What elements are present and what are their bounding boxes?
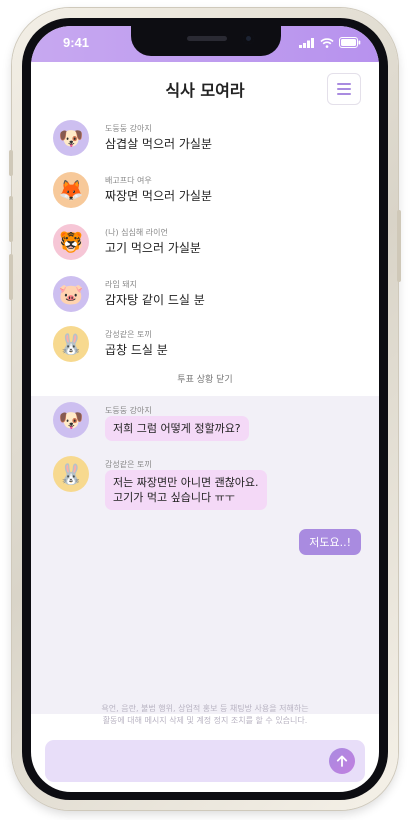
status-time: 9:41 xyxy=(63,35,90,50)
hamburger-icon xyxy=(337,88,351,90)
wifi-icon xyxy=(320,37,334,48)
earpiece-speaker xyxy=(187,36,227,41)
message-text: 저희 그럼 어떻게 정할까요? xyxy=(113,422,241,435)
front-camera xyxy=(243,33,254,44)
vote-panel: 🐶 도둥둥 강아지 삼겹살 먹으러 가실분 🦊 배고프다 여우 짜장면 먹으러 … xyxy=(31,116,379,392)
signal-icon xyxy=(299,37,314,48)
avatar: 🦊 xyxy=(53,172,89,208)
message-nickname: 도둥둥 강아지 xyxy=(105,406,152,415)
message-bubble: 저는 짜장면만 아니면 괜찮아요. 고기가 먹고 싶습니다 ㅠㅜ xyxy=(105,470,267,510)
avatar: 🐯 xyxy=(53,224,89,260)
chat-header: 식사 모여라 xyxy=(31,62,379,116)
message-nickname: 감성같은 토끼 xyxy=(105,460,152,469)
dog-face-icon: 🐶 xyxy=(58,408,84,432)
chat-area: 🐶 도둥둥 강아지 저희 그럼 어떻게 정할까요? 🐰 감성같은 토끼 저는 짜… xyxy=(31,396,379,714)
rabbit-face-icon: 🐰 xyxy=(58,462,84,486)
vote-nickname: 감성같은 토끼 xyxy=(105,330,152,339)
close-vote-button[interactable]: 투표 상황 닫기 xyxy=(31,372,379,385)
message-text: 고기가 먹고 싶습니다 ㅠㅜ xyxy=(113,491,235,504)
message-text: 저는 짜장면만 아니면 괜찮아요. xyxy=(113,476,259,489)
arrow-up-icon xyxy=(336,755,348,767)
notice-line: 활동에 대해 메시지 삭제 및 계정 정지 조치를 할 수 있습니다. xyxy=(102,716,308,725)
vote-item[interactable]: 🐰 감성같은 토끼 곱창 드실 분 xyxy=(53,326,353,370)
vote-item[interactable]: 🐯 (나) 심심해 라이언 고기 먹으러 가실분 xyxy=(53,224,353,268)
avatar: 🐶 xyxy=(53,120,89,156)
vote-item[interactable]: 🐶 도둥둥 강아지 삼겹살 먹으러 가실분 xyxy=(53,120,353,164)
hamburger-icon xyxy=(337,93,351,95)
vote-item[interactable]: 🐷 라임 돼지 감자탕 같이 드실 분 xyxy=(53,276,353,320)
dog-face-icon: 🐶 xyxy=(58,126,84,150)
vote-nickname: (나) 심심해 라이언 xyxy=(105,228,168,237)
system-icons xyxy=(299,37,361,48)
vote-option-text: 삼겹살 먹으러 가실분 xyxy=(105,137,212,151)
message-composer[interactable] xyxy=(45,740,365,782)
vote-option-text: 고기 먹으러 가실분 xyxy=(105,241,201,255)
avatar: 🐶 xyxy=(53,402,89,438)
vote-option-text: 곱창 드실 분 xyxy=(105,343,168,357)
chat-message: 🐰 감성같은 토끼 저는 짜장면만 아니면 괜찮아요. 고기가 먹고 싶습니다 … xyxy=(53,456,353,516)
vote-nickname: 라임 돼지 xyxy=(105,280,137,289)
avatar: 🐰 xyxy=(53,326,89,362)
notice-line: 욕언, 음란, 불법 행위, 상업적 홍보 등 채팅방 사용을 저해하는 xyxy=(101,704,309,713)
avatar: 🐰 xyxy=(53,456,89,492)
chat-message: 🐶 도둥둥 강아지 저희 그럼 어떻게 정할까요? xyxy=(53,402,353,446)
message-bubble: 저희 그럼 어떻게 정할까요? xyxy=(105,416,249,441)
vote-item[interactable]: 🦊 배고프다 여우 짜장면 먹으러 가실분 xyxy=(53,172,353,216)
power-button xyxy=(397,210,401,282)
screen: 9:41 식사 모여라 🐶 도둥둥 강아지 삼겹살 먹으러 가실분 🦊 배고프다… xyxy=(31,26,379,792)
avatar: 🐷 xyxy=(53,276,89,312)
volume-down-button xyxy=(9,254,13,300)
fox-face-icon: 🦊 xyxy=(58,178,84,202)
tiger-face-icon: 🐯 xyxy=(58,230,84,254)
pig-face-icon: 🐷 xyxy=(58,282,84,306)
send-button[interactable] xyxy=(329,748,355,774)
hamburger-icon xyxy=(337,83,351,85)
vote-nickname: 배고프다 여우 xyxy=(105,176,152,185)
my-message-bubble: 저도요..! xyxy=(299,529,361,555)
vote-option-text: 감자탕 같이 드실 분 xyxy=(105,293,205,307)
mute-switch xyxy=(9,150,13,176)
rabbit-face-icon: 🐰 xyxy=(58,332,84,356)
camera-notch xyxy=(131,26,281,56)
menu-button[interactable] xyxy=(327,73,361,105)
volume-up-button xyxy=(9,196,13,242)
chat-policy-notice: 욕언, 음란, 불법 행위, 상업적 홍보 등 채팅방 사용을 저해하는 활동에… xyxy=(51,703,359,727)
vote-nickname: 도둥둥 강아지 xyxy=(105,124,152,133)
battery-icon xyxy=(339,37,361,48)
vote-option-text: 짜장면 먹으러 가실분 xyxy=(105,189,212,203)
